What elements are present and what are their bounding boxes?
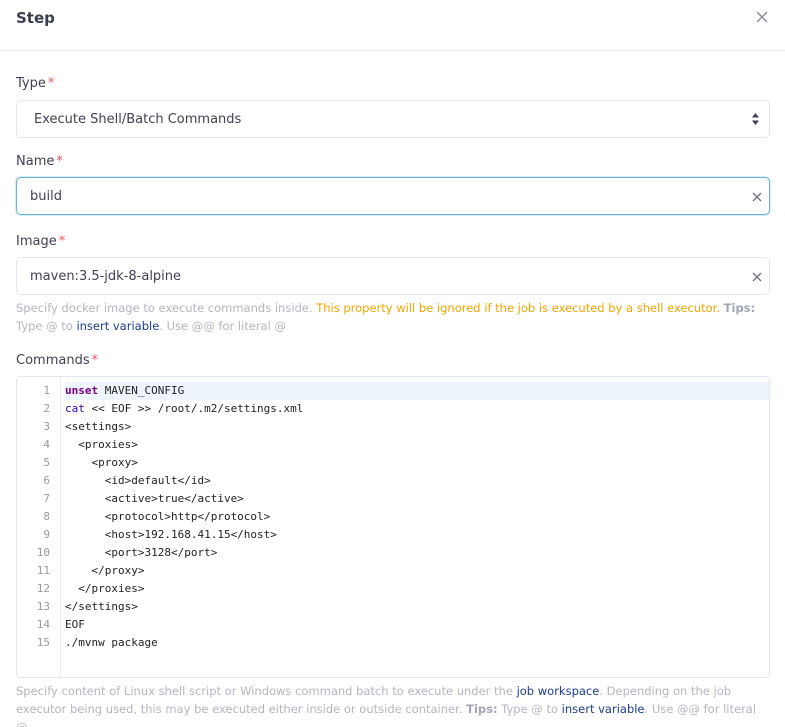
code-text: <port>3128</port> — [65, 546, 218, 559]
code-text: MAVEN_CONFIG — [98, 384, 185, 397]
line-number: 10 — [36, 546, 50, 559]
line-number: 2 — [43, 402, 50, 415]
image-input-value: maven:3.5-jdk-8-alpine — [30, 269, 182, 284]
type-select-value: Execute Shell/Batch Commands — [34, 112, 242, 127]
name-label: Name * — [16, 154, 63, 169]
line-number: 4 — [43, 438, 50, 451]
insert-variable-link[interactable]: insert variable — [76, 319, 159, 333]
line-number: 15 — [36, 636, 50, 649]
code-text: <host>192.168.41.15</host> — [65, 528, 277, 541]
code-line: EOF — [65, 616, 769, 634]
image-help-tips-prefix: Type @ to — [16, 319, 73, 333]
commands-help-tips-prefix: Type @ to — [501, 702, 559, 716]
code-line: ./mvnw package — [65, 634, 769, 652]
line-number: 7 — [43, 492, 50, 505]
image-label-text: Image — [16, 234, 57, 249]
code-text: <id>default</id> — [65, 474, 211, 487]
name-label-text: Name — [16, 154, 55, 169]
line-number: 9 — [43, 528, 50, 541]
insert-variable-link[interactable]: insert variable — [562, 702, 645, 716]
line-number: 1 — [43, 384, 50, 397]
code-line: <proxy> — [65, 454, 769, 472]
code-line: </proxy> — [65, 562, 769, 580]
image-help-warning: This property will be ignored if the job… — [316, 301, 721, 315]
image-input[interactable]: maven:3.5-jdk-8-alpine — [16, 257, 770, 295]
line-number: 12 — [36, 582, 50, 595]
image-label: Image * — [16, 234, 65, 249]
required-mark: * — [47, 76, 55, 91]
line-number-gutter: 1 2 3 4 5 6 7 8 9 10 11 12 13 14 15 — [17, 377, 61, 677]
code-text: << EOF >> /root/.m2/settings.xml — [84, 402, 304, 415]
commands-label: Commands * — [16, 353, 98, 368]
code-text: <proxies> — [65, 438, 138, 451]
code-line: <id>default</id> — [65, 472, 769, 490]
required-mark: * — [91, 353, 99, 368]
clear-icon[interactable] — [752, 272, 762, 282]
line-number: 11 — [36, 564, 50, 577]
name-input[interactable]: build — [16, 177, 770, 215]
type-label-text: Type — [16, 76, 46, 91]
commands-editor[interactable]: 1 2 3 4 5 6 7 8 9 10 11 12 13 14 15 unset MAVEN_CONFIG… — [16, 376, 770, 678]
code-line: <port>3128</port> — [65, 544, 769, 562]
image-help-main: Specify docker image to execute commands… — [16, 301, 313, 315]
code-line: cat << EOF >> /root/.m2/settings.xml — [65, 400, 769, 418]
name-input-value: build — [30, 189, 62, 204]
code-line: </proxies> — [65, 580, 769, 598]
job-workspace-link[interactable]: job workspace — [517, 684, 600, 698]
code-line: <host>192.168.41.15</host> — [65, 526, 769, 544]
required-mark: * — [56, 154, 63, 169]
code-text: <proxy> — [65, 456, 138, 469]
image-help-text: Specify docker image to execute commands… — [16, 299, 766, 335]
image-help-tips-suffix: . Use @@ for literal @ — [159, 319, 286, 333]
type-label: Type * — [16, 76, 54, 91]
line-number: 5 — [43, 456, 50, 469]
line-number: 8 — [43, 510, 50, 523]
line-number: 13 — [36, 600, 50, 613]
code-text: <settings> — [65, 420, 132, 433]
commands-help-main: Specify content of Linux shell script or… — [16, 684, 513, 698]
code-text: <protocol>http</protocol> — [65, 510, 271, 523]
code-keyword: cat — [65, 402, 85, 415]
code-text: </proxies> — [65, 582, 145, 595]
code-line: <active>true</active> — [65, 490, 769, 508]
select-arrows-icon — [752, 113, 759, 125]
commands-label-text: Commands — [16, 353, 90, 368]
code-text: <active>true</active> — [65, 492, 244, 505]
code-line: </settings> — [65, 598, 769, 616]
commands-help-text: Specify content of Linux shell script or… — [16, 682, 766, 727]
code-text: EOF — [65, 618, 85, 631]
code-line: <proxies> — [65, 436, 769, 454]
line-number: 6 — [43, 474, 50, 487]
type-select[interactable]: Execute Shell/Batch Commands — [16, 100, 770, 138]
dialog-title: Step — [16, 9, 55, 27]
image-help-tips-label: Tips: — [723, 301, 756, 315]
code-line: <settings> — [65, 418, 769, 436]
clear-icon[interactable] — [752, 192, 762, 202]
code-area[interactable]: unset MAVEN_CONFIG cat << EOF >> /root/.m… — [65, 377, 769, 677]
close-icon[interactable] — [755, 10, 769, 24]
commands-help-tips-label: Tips: — [466, 702, 498, 716]
line-number: 14 — [36, 618, 50, 631]
code-text: ./mvnw package — [65, 636, 158, 649]
code-text: </proxy> — [65, 564, 145, 577]
code-line: unset MAVEN_CONFIG — [65, 382, 769, 400]
code-text: </settings> — [65, 600, 138, 613]
dialog-header: Step — [0, 0, 785, 51]
code-keyword: unset — [65, 384, 99, 397]
code-line: <protocol>http</protocol> — [65, 508, 769, 526]
required-mark: * — [58, 234, 66, 249]
line-number: 3 — [43, 420, 50, 433]
